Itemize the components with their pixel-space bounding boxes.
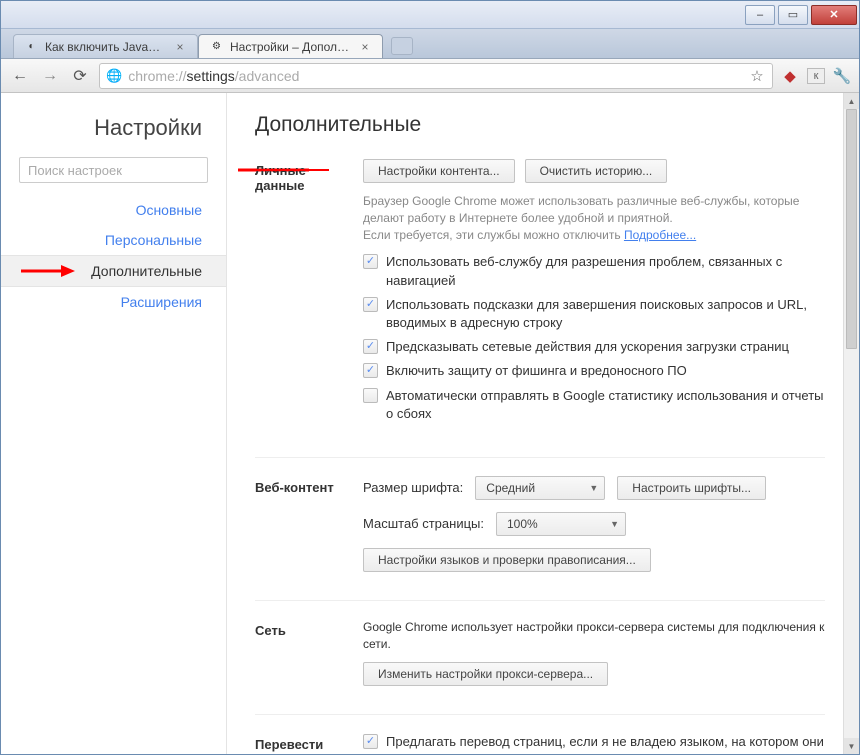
globe-icon: 🌐 [106, 68, 122, 84]
back-button[interactable]: ← [9, 65, 31, 87]
page-zoom-label: Масштаб страницы: [363, 516, 484, 531]
close-window-button[interactable]: ✕ [811, 5, 857, 25]
page-heading: Дополнительные [255, 113, 825, 137]
privacy-description: Браузер Google Chrome может использовать… [363, 193, 825, 243]
url-host: settings [187, 68, 235, 84]
section-label: Перевести [255, 733, 363, 754]
search-settings-box [19, 157, 208, 183]
checkbox-label: Автоматически отправлять в Google статис… [386, 387, 825, 423]
page-zoom-select[interactable]: 100% ▼ [496, 512, 626, 536]
checkbox-label: Предсказывать сетевые действия для ускор… [386, 338, 789, 356]
favicon-icon: ◐ [24, 39, 39, 54]
checkbox-label: Включить защиту от фишинга и вредоносног… [386, 362, 687, 380]
checkbox-icon: ✓ [363, 363, 378, 378]
checkbox-label: Использовать веб-службу для разрешения п… [386, 253, 825, 289]
chevron-down-icon: ▼ [589, 483, 598, 493]
scroll-down-button[interactable]: ▼ [844, 738, 859, 754]
checkbox-icon [363, 388, 378, 403]
scroll-up-button[interactable]: ▲ [844, 93, 859, 109]
customize-fonts-button[interactable]: Настроить шрифты... [617, 476, 766, 500]
checkbox-icon: ✓ [363, 254, 378, 269]
url-scheme: chrome:// [128, 68, 186, 84]
content-area: Настройки Основные Персональные Дополнит… [1, 93, 859, 754]
search-input[interactable] [19, 157, 208, 183]
tab-title: Как включить JavaScript в [45, 40, 167, 54]
sidebar-item-personal[interactable]: Персональные [1, 225, 226, 255]
sidebar-nav: Основные Персональные Дополнительные Рас… [1, 195, 226, 317]
checkbox-icon: ✓ [363, 297, 378, 312]
content-settings-button[interactable]: Настройки контента... [363, 159, 515, 183]
checkbox-navigation-service[interactable]: ✓ Использовать веб-службу для разрешения… [363, 253, 825, 289]
sidebar-item-extensions[interactable]: Расширения [1, 287, 226, 317]
chevron-down-icon: ▼ [610, 519, 619, 529]
section-label: Веб-контент [255, 476, 363, 572]
section-privacy: Личные данные Настройки контента... Очис… [255, 159, 825, 429]
tab-active[interactable]: ⚙ Настройки – Дополнительн × [198, 34, 383, 58]
sidebar-item-basic[interactable]: Основные [1, 195, 226, 225]
window-titlebar: – ▭ ✕ [1, 1, 859, 29]
checkbox-icon: ✓ [363, 339, 378, 354]
address-bar[interactable]: 🌐 chrome://settings/advanced ☆ [99, 63, 773, 89]
new-tab-button[interactable] [391, 37, 413, 55]
settings-sidebar: Настройки Основные Персональные Дополнит… [1, 93, 227, 754]
reload-button[interactable]: ⟳ [69, 65, 91, 87]
url-path: /advanced [235, 68, 300, 84]
browser-window: – ▭ ✕ ◐ Как включить JavaScript в × ⚙ На… [0, 0, 860, 755]
section-web-content: Веб-контент Размер шрифта: Средний ▼ Нас… [255, 476, 825, 572]
font-size-select[interactable]: Средний ▼ [475, 476, 605, 500]
section-label: Сеть [255, 619, 363, 687]
tab-strip: ◐ Как включить JavaScript в × ⚙ Настройк… [1, 29, 859, 59]
wrench-menu-icon[interactable]: 🔧 [833, 67, 851, 85]
forward-button[interactable]: → [39, 65, 61, 87]
section-label: Личные данные [255, 159, 363, 429]
sidebar-title: Настройки [1, 115, 226, 157]
scrollbar-track[interactable] [844, 109, 859, 738]
section-divider [255, 600, 825, 601]
sidebar-item-label: Дополнительные [91, 263, 202, 279]
tab-background[interactable]: ◐ Как включить JavaScript в × [13, 34, 198, 58]
language-settings-button[interactable]: Настройки языков и проверки правописания… [363, 548, 651, 572]
section-label-line2: данные [255, 178, 363, 193]
tab-title: Настройки – Дополнительн [230, 40, 352, 54]
checkbox-icon: ✓ [363, 734, 378, 749]
checkbox-suggestions[interactable]: ✓ Использовать подсказки для завершения … [363, 296, 825, 332]
extension-icon[interactable]: ◆ [781, 67, 799, 85]
section-translate: Перевести ✓ Предлагать перевод страниц, … [255, 733, 825, 754]
scrollbar-thumb[interactable] [846, 109, 857, 349]
checkbox-usage-stats[interactable]: Автоматически отправлять в Google статис… [363, 387, 825, 423]
maximize-button[interactable]: ▭ [778, 5, 808, 25]
checkbox-offer-translate[interactable]: ✓ Предлагать перевод страниц, если я не … [363, 733, 825, 754]
font-size-label: Размер шрифта: [363, 480, 463, 495]
checkbox-label: Предлагать перевод страниц, если я не вл… [386, 733, 825, 754]
section-divider [255, 457, 825, 458]
section-divider [255, 714, 825, 715]
learn-more-link[interactable]: Подробнее... [624, 228, 696, 242]
tab-close-icon[interactable]: × [358, 40, 372, 54]
proxy-settings-button[interactable]: Изменить настройки прокси-сервера... [363, 662, 608, 686]
checkbox-phishing-protection[interactable]: ✓ Включить защиту от фишинга и вредоносн… [363, 362, 825, 380]
checkbox-label: Использовать подсказки для завершения по… [386, 296, 825, 332]
tab-close-icon[interactable]: × [173, 40, 187, 54]
clear-history-button[interactable]: Очистить историю... [525, 159, 668, 183]
checkbox-predict-network[interactable]: ✓ Предсказывать сетевые действия для уск… [363, 338, 825, 356]
red-arrow-icon [19, 262, 75, 280]
sidebar-item-advanced[interactable]: Дополнительные [1, 255, 226, 287]
browser-toolbar: ← → ⟳ 🌐 chrome://settings/advanced ☆ ◆ к… [1, 59, 859, 93]
network-description: Google Chrome использует настройки прокс… [363, 619, 825, 653]
vertical-scrollbar[interactable]: ▲ ▼ [843, 93, 859, 754]
section-label-line1: Личные [255, 163, 363, 178]
section-network: Сеть Google Chrome использует настройки … [255, 619, 825, 687]
minimize-button[interactable]: – [745, 5, 775, 25]
settings-main: Дополнительные Личные данные Настройки к… [227, 93, 843, 754]
favicon-icon: ⚙ [209, 39, 224, 54]
extension-k-icon[interactable]: к [807, 68, 825, 84]
star-icon[interactable]: ☆ [748, 67, 766, 85]
